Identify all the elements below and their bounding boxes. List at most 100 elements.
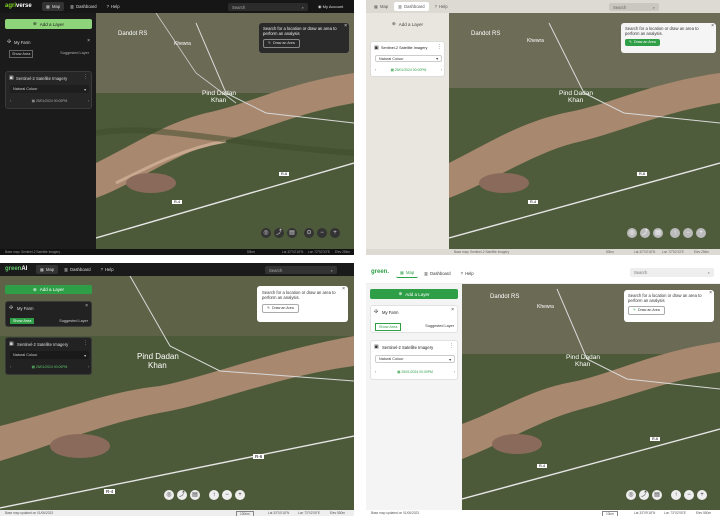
measure-icon[interactable]: ◎ xyxy=(164,490,174,500)
close-icon[interactable]: × xyxy=(344,23,347,29)
zoom-out-icon[interactable]: − xyxy=(683,228,693,238)
share-icon[interactable]: ⤴ xyxy=(639,490,649,500)
nav-help[interactable]: ? Help xyxy=(103,2,124,11)
add-layer-button[interactable]: ⊕ Add a Layer xyxy=(5,285,92,294)
close-icon[interactable]: × xyxy=(87,38,90,44)
add-layer-button[interactable]: ⊕ Add a Layer xyxy=(371,19,444,29)
close-icon[interactable]: × xyxy=(451,307,454,313)
share-icon[interactable]: ⤴ xyxy=(177,490,187,500)
more-icon[interactable]: ⋮ xyxy=(437,44,442,50)
colour-select[interactable]: Natural Colour ▾ xyxy=(375,55,442,62)
close-icon[interactable]: × xyxy=(711,23,714,29)
layers-icon[interactable]: ▤ xyxy=(190,490,200,500)
prev-date-icon[interactable]: ‹ xyxy=(10,99,11,103)
chevron-down-icon: ▾ xyxy=(436,57,438,61)
road-label-r4: R-4 xyxy=(104,489,116,494)
close-icon[interactable]: × xyxy=(85,303,88,309)
close-icon[interactable]: × xyxy=(342,286,345,292)
satellite-map[interactable]: Dandot RS Khewra Pind Dadan Khan R-6 R-4… xyxy=(96,13,354,249)
popup-text: Search for a location or draw an area to… xyxy=(625,26,699,37)
draw-area-button[interactable]: ✎ Draw an Area xyxy=(628,305,665,316)
popup-text: Search for a location or draw an area to… xyxy=(628,293,702,304)
share-icon[interactable]: ⤴ xyxy=(640,228,650,238)
date-value[interactable]: ▦ 25/01/2024 00:00PM xyxy=(32,365,68,369)
locate-icon[interactable]: ⊙ xyxy=(304,228,314,238)
date-value[interactable]: ▦ 25/01/2024 00:00PM xyxy=(32,99,68,103)
next-date-icon[interactable]: › xyxy=(88,99,89,103)
search-input[interactable]: Search ⌕ xyxy=(228,3,308,11)
nav-map[interactable]: ▦ Map xyxy=(396,268,419,278)
more-icon[interactable]: ⋮ xyxy=(83,340,88,346)
next-date-icon[interactable]: › xyxy=(88,365,89,369)
date-value[interactable]: ▦ 25/01/2024 00:00PM xyxy=(397,370,433,374)
nav-help[interactable]: ? Help xyxy=(457,269,478,278)
nav-dashboard[interactable]: ▥ Dashboard xyxy=(66,2,100,11)
next-date-icon[interactable]: › xyxy=(454,370,455,374)
locate-icon[interactable]: ↑ xyxy=(670,228,680,238)
show-area-button[interactable]: Show Area xyxy=(10,318,35,324)
measure-icon[interactable]: ◎ xyxy=(261,228,271,238)
draw-area-button[interactable]: ✎ Draw an Area xyxy=(625,38,660,47)
zoom-out-icon[interactable]: − xyxy=(684,490,694,500)
layers-icon[interactable]: ▤ xyxy=(652,490,662,500)
nav-help[interactable]: ? Help xyxy=(97,265,118,274)
nav-map[interactable]: ▦ Map xyxy=(36,265,59,274)
prev-date-icon[interactable]: ‹ xyxy=(375,68,376,72)
more-icon[interactable]: ⋮ xyxy=(83,74,88,80)
colour-select[interactable]: Natural Colour ▾ xyxy=(10,351,89,359)
zoom-in-icon[interactable]: + xyxy=(696,228,706,238)
nav-dashboard[interactable]: ▥ Dashboard xyxy=(60,265,94,274)
my-account-link[interactable]: ◉ My Account xyxy=(318,4,343,9)
pencil-icon: ✎ xyxy=(633,307,637,312)
panel-agriverse: Dandot RS Khewra Pind Dadan Khan R-6 R-4… xyxy=(0,0,354,255)
satellite-map[interactable]: Dandot RS Khewra Pind Dadan Khan R-6 R-4… xyxy=(449,13,720,249)
zoom-in-icon[interactable]: + xyxy=(330,228,340,238)
search-input[interactable]: Search ⌕ xyxy=(630,268,714,277)
show-area-button[interactable]: Show Area xyxy=(9,50,34,58)
measure-icon[interactable]: ◎ xyxy=(626,490,636,500)
colour-select[interactable]: Natural Colour ▾ xyxy=(375,355,455,363)
satellite-map[interactable]: Dandot RS Khewra Pind Dadan Khan R-6 R-4… xyxy=(462,284,720,510)
date-nav: ‹ ▦ 25/01/2024 00:00PM › xyxy=(375,369,455,375)
share-icon[interactable]: ⤴ xyxy=(274,228,284,238)
zoom-in-icon[interactable]: + xyxy=(697,490,707,500)
add-layer-button[interactable]: ⊕ Add a Layer xyxy=(370,289,458,299)
zoom-out-icon[interactable]: − xyxy=(317,228,327,238)
farm-title: My Farm xyxy=(17,306,34,311)
locate-icon[interactable]: ↑ xyxy=(209,490,219,500)
date-value[interactable]: ▦ 25/01/2024 00:00PM xyxy=(391,68,427,72)
farm-title: My Farm xyxy=(382,310,399,315)
close-icon[interactable]: × xyxy=(709,290,712,296)
colour-select[interactable]: Natural Colour ▾ xyxy=(10,85,89,93)
layers-icon[interactable]: ▤ xyxy=(287,228,297,238)
zoom-out-icon[interactable]: − xyxy=(222,490,232,500)
more-icon[interactable]: ⋮ xyxy=(449,343,454,349)
search-input[interactable]: Search ⌕ xyxy=(609,3,659,11)
sentinel-title: Sentinel-2 Satellite Imagery xyxy=(16,76,68,81)
sentinel-title: Sentinel-2 Satellite Imagery xyxy=(17,342,69,347)
sentinel-card: ▣ Sentinel-2 Satellite Imagery ⋮ Natural… xyxy=(5,71,92,109)
status-bar: Base map: Sentinel-2 Satellite Imagery 5… xyxy=(366,249,720,255)
draw-area-button[interactable]: ✎ Draw an Area xyxy=(262,303,299,314)
locate-icon[interactable]: ↑ xyxy=(671,490,681,500)
nav-help[interactable]: ? Help xyxy=(431,2,452,11)
nav-map[interactable]: ▦ Map xyxy=(42,2,65,11)
zoom-in-icon[interactable]: + xyxy=(235,490,245,500)
nav-dashboard[interactable]: ▥ Dashboard xyxy=(420,269,454,278)
search-placeholder: Search xyxy=(232,4,246,10)
location-popup: Search for a location or draw an area to… xyxy=(257,286,348,322)
next-date-icon[interactable]: › xyxy=(441,68,442,72)
add-layer-button[interactable]: ⊕ Add a Layer xyxy=(5,19,92,29)
prev-date-icon[interactable]: ‹ xyxy=(10,365,11,369)
main-nav: ▦ Map ▥ Dashboard ? Help xyxy=(370,2,452,11)
nav-dashboard[interactable]: ▥ Dashboard xyxy=(394,2,429,11)
show-area-button[interactable]: Show Area xyxy=(375,323,402,331)
draw-area-button[interactable]: ✎ Draw an Area xyxy=(263,38,300,49)
layers-icon[interactable]: ▤ xyxy=(653,228,663,238)
search-input[interactable]: Search ⌕ xyxy=(265,266,337,274)
measure-icon[interactable]: ◎ xyxy=(627,228,637,238)
prev-date-icon[interactable]: ‹ xyxy=(375,370,376,374)
pencil-icon: ✎ xyxy=(629,39,633,44)
location-popup: Search for a location or draw an area to… xyxy=(621,23,716,53)
nav-map[interactable]: ▦ Map xyxy=(370,2,392,11)
